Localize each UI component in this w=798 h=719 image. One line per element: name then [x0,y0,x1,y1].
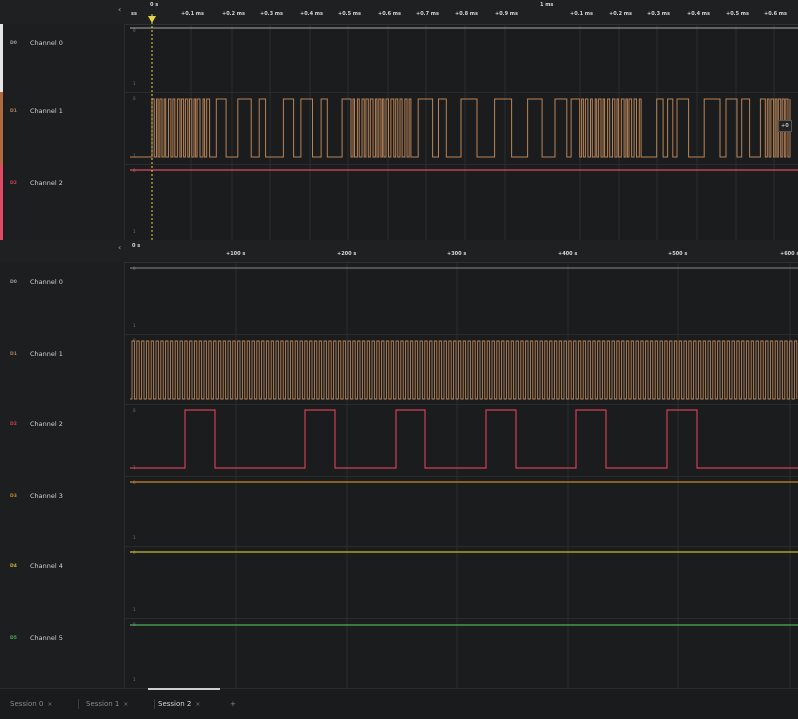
session-tab-label: Session 1 [86,700,120,708]
session-tab-label: Session 0 [10,700,44,708]
close-icon[interactable]: × [123,701,128,708]
channel-1-waveform [130,98,791,158]
waveform-canvas [130,14,798,688]
tab-separator [78,699,79,709]
measure-badge[interactable]: +0 [778,120,792,132]
cursor-marker [148,16,156,23]
session-tab-bar: Session 0 × Session 1 × Session 2 × + [0,688,798,719]
close-icon[interactable]: × [47,701,52,708]
channel-1-waveform [130,340,798,400]
close-icon[interactable]: × [195,701,200,708]
session-tab[interactable]: Session 1 × [86,700,128,708]
session-tab-label: Session 2 [158,700,192,708]
session-tab[interactable]: Session 0 × [10,700,52,708]
session-tab[interactable]: Session 2 × [158,700,200,708]
tab-separator [154,699,155,709]
active-tab-indicator [148,688,220,690]
channel-2-waveform [130,409,798,469]
new-session-button[interactable]: + [230,700,236,708]
